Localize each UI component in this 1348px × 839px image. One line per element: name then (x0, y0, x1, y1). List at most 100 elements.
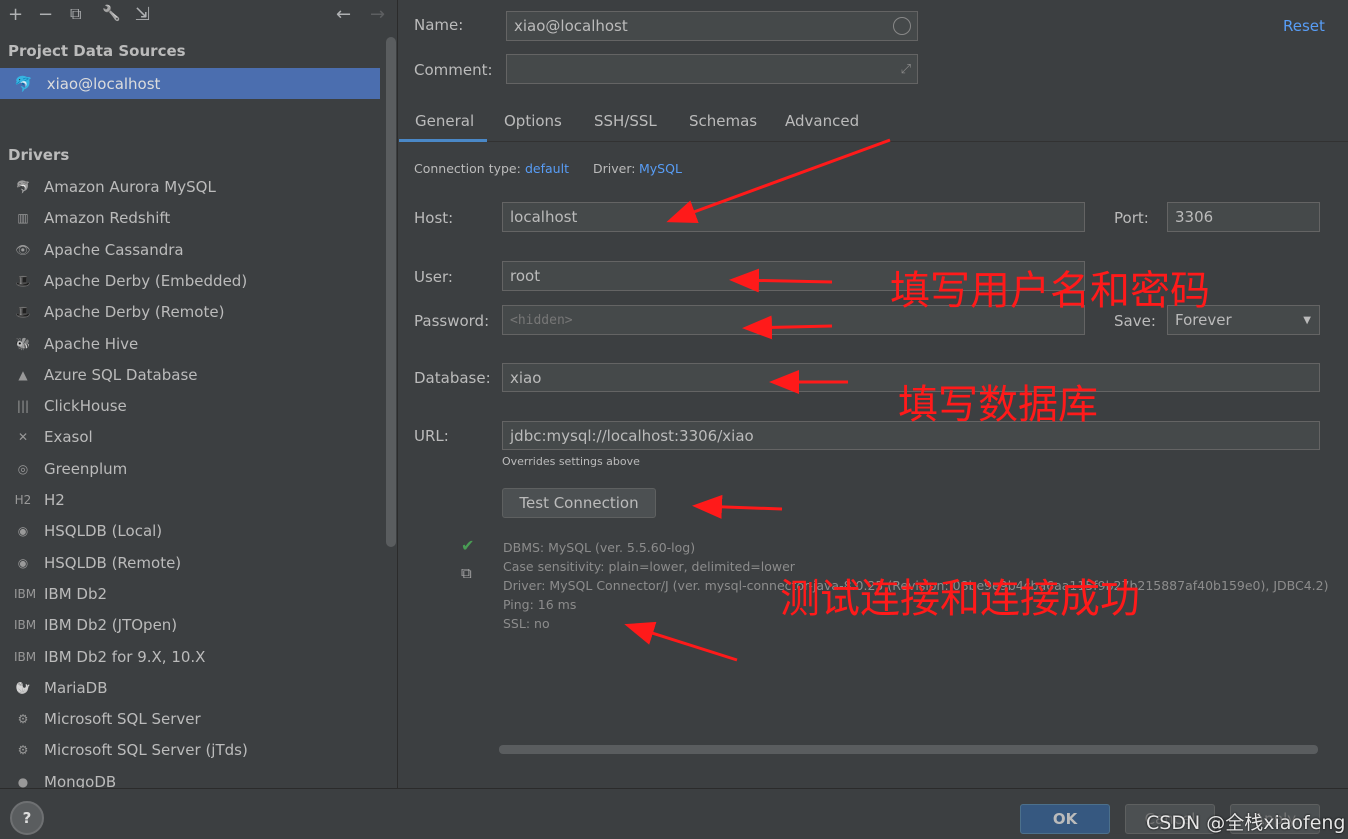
sidebar: + − ⧉ 🔧 ⇲ ← → Project Data Sources 🐬 xiao… (0, 0, 398, 791)
driver-icon: IBM (14, 586, 37, 601)
driver-item[interactable]: 🎩 Apache Derby (Remote) (14, 300, 225, 324)
color-circle-icon[interactable] (893, 17, 911, 35)
result-line: Ping: 16 ms (503, 597, 577, 612)
driver-item[interactable]: ⚙ Microsoft SQL Server (14, 707, 201, 731)
data-source-label: xiao@localhost (46, 74, 161, 93)
driver-icon: IBM (14, 649, 37, 664)
copy-icon[interactable]: ⧉ (461, 564, 472, 582)
port-label: Port: (1114, 209, 1149, 227)
drivers-heading: Drivers (8, 146, 70, 164)
database-label: Database: (414, 369, 491, 387)
driver-label: IBM Db2 (JTOpen) (44, 616, 178, 635)
driver-label: MariaDB (44, 678, 108, 697)
driver-link[interactable]: MySQL (639, 161, 682, 176)
driver-item[interactable]: 🎩 Apache Derby (Embedded) (14, 269, 248, 293)
driver-item[interactable]: IBM IBM Db2 (14, 582, 107, 606)
tab-advanced[interactable]: Advanced (785, 112, 859, 130)
driver-label: HSQLDB (Local) (44, 522, 163, 541)
driver-label: IBM Db2 for 9.X, 10.X (44, 647, 206, 666)
driver-item[interactable]: ▲ Azure SQL Database (14, 363, 198, 387)
project-data-sources-heading: Project Data Sources (8, 42, 186, 60)
test-connection-button[interactable]: Test Connection (502, 488, 656, 518)
dialog-footer: ? OK Cancel Apply CSDN @全栈xiaofeng (0, 788, 1348, 839)
comment-input[interactable]: ⤢ (506, 54, 918, 84)
driver-icon: IBM (14, 618, 37, 633)
result-line: DBMS: MySQL (ver. 5.5.60-log) (503, 540, 696, 555)
driver-item[interactable]: ◉ HSQLDB (Local) (14, 519, 162, 543)
driver-item[interactable]: 🐬 Amazon Aurora MySQL (14, 175, 216, 199)
reset-link[interactable]: Reset (1283, 17, 1325, 35)
driver-item[interactable]: ||| ClickHouse (14, 394, 127, 418)
url-hint: Overrides settings above (502, 455, 640, 468)
driver-icon: ▲ (18, 367, 28, 382)
driver-item[interactable]: 🐝 Apache Hive (14, 332, 139, 356)
driver-label: Apache Derby (Embedded) (44, 271, 248, 290)
horizontal-scrollbar[interactable] (499, 745, 1318, 754)
chevron-down-icon: ▼ (1303, 314, 1311, 326)
expand-icon[interactable]: ⤢ (901, 62, 911, 77)
name-label: Name: (414, 16, 464, 34)
add-icon[interactable]: + (8, 4, 23, 28)
driver-item[interactable]: ◎ Greenplum (14, 457, 127, 481)
driver-icon: 🐬 (15, 180, 31, 194)
annotation-test: 测试连接和连接成功 (780, 576, 1140, 622)
driver-item[interactable]: H2 H2 (14, 488, 65, 512)
driver-label: Apache Hive (44, 334, 139, 353)
driver-label: Amazon Aurora MySQL (44, 178, 216, 196)
driver-label: Azure SQL Database (44, 365, 198, 384)
driver-item[interactable]: ▥ Amazon Redshift (14, 206, 170, 230)
tab-options[interactable]: Options (504, 112, 562, 130)
import-icon[interactable]: ⇲ (135, 4, 150, 28)
driver-icon: 🎩 (15, 273, 31, 288)
port-input[interactable]: 3306 (1167, 202, 1320, 232)
connection-type-link[interactable]: default (525, 161, 569, 176)
driver-icon: ● (17, 774, 29, 789)
tabs-divider (399, 141, 1348, 142)
ok-button[interactable]: OK (1020, 804, 1110, 834)
annotation-database: 填写数据库 (898, 382, 1098, 428)
remove-icon[interactable]: − (38, 4, 53, 28)
back-arrow-icon[interactable]: ← (336, 4, 351, 28)
driver-icon: ◎ (17, 461, 29, 476)
driver-icon: H2 (14, 493, 32, 507)
result-line: SSL: no (503, 616, 550, 631)
driver-item[interactable]: 👁 Apache Cassandra (14, 238, 183, 262)
driver-item[interactable]: 🦭 MariaDB (14, 676, 108, 700)
driver-label: H2 (44, 491, 65, 509)
help-button[interactable]: ? (10, 801, 44, 835)
driver-item[interactable]: ⚙ Microsoft SQL Server (jTds) (14, 738, 248, 762)
tab-schemas[interactable]: Schemas (689, 112, 757, 130)
driver-icon: ⚙ (17, 712, 29, 727)
driver-label: IBM Db2 (44, 584, 108, 603)
driver-icon: ◉ (17, 524, 29, 539)
data-source-item[interactable]: 🐬 xiao@localhost (0, 68, 380, 99)
host-label: Host: (414, 209, 454, 227)
driver-item[interactable]: ✕ Exasol (14, 425, 93, 449)
driver-label: ClickHouse (44, 397, 127, 416)
driver-item[interactable]: IBM IBM Db2 for 9.X, 10.X (14, 645, 205, 669)
forward-arrow-icon[interactable]: → (370, 4, 385, 28)
watermark: CSDN @全栈xiaofeng (1146, 812, 1346, 834)
url-label: URL: (414, 427, 449, 445)
duplicate-icon[interactable]: ⧉ (70, 4, 81, 28)
success-check-icon: ✔ (461, 536, 475, 555)
driver-icon: 🐝 (15, 336, 31, 351)
sidebar-scrollbar[interactable] (386, 37, 396, 547)
wrench-icon[interactable]: 🔧 (102, 4, 121, 28)
driver-icon: ▥ (17, 211, 29, 226)
name-value: xiao@localhost (514, 17, 628, 35)
driver-label: Microsoft SQL Server (44, 710, 201, 729)
connection-form: Name: xiao@localhost Reset Comment: ⤢ Ge… (399, 0, 1348, 788)
tab-general[interactable]: General (415, 112, 474, 130)
name-input[interactable]: xiao@localhost (506, 11, 918, 41)
annotation-user-password: 填写用户名和密码 (890, 268, 1210, 314)
driver-item[interactable]: IBM IBM Db2 (JTOpen) (14, 613, 177, 637)
driver-label: Apache Derby (Remote) (44, 303, 225, 322)
driver-label: HSQLDB (Remote) (44, 553, 182, 572)
connection-type-label: Connection type: (414, 161, 521, 176)
password-label: Password: (414, 312, 490, 330)
host-input[interactable]: localhost (502, 202, 1085, 232)
driver-item[interactable]: ◉ HSQLDB (Remote) (14, 551, 181, 575)
driver-icon: 🦭 (15, 680, 31, 695)
tab-ssh-ssl[interactable]: SSH/SSL (594, 112, 657, 130)
